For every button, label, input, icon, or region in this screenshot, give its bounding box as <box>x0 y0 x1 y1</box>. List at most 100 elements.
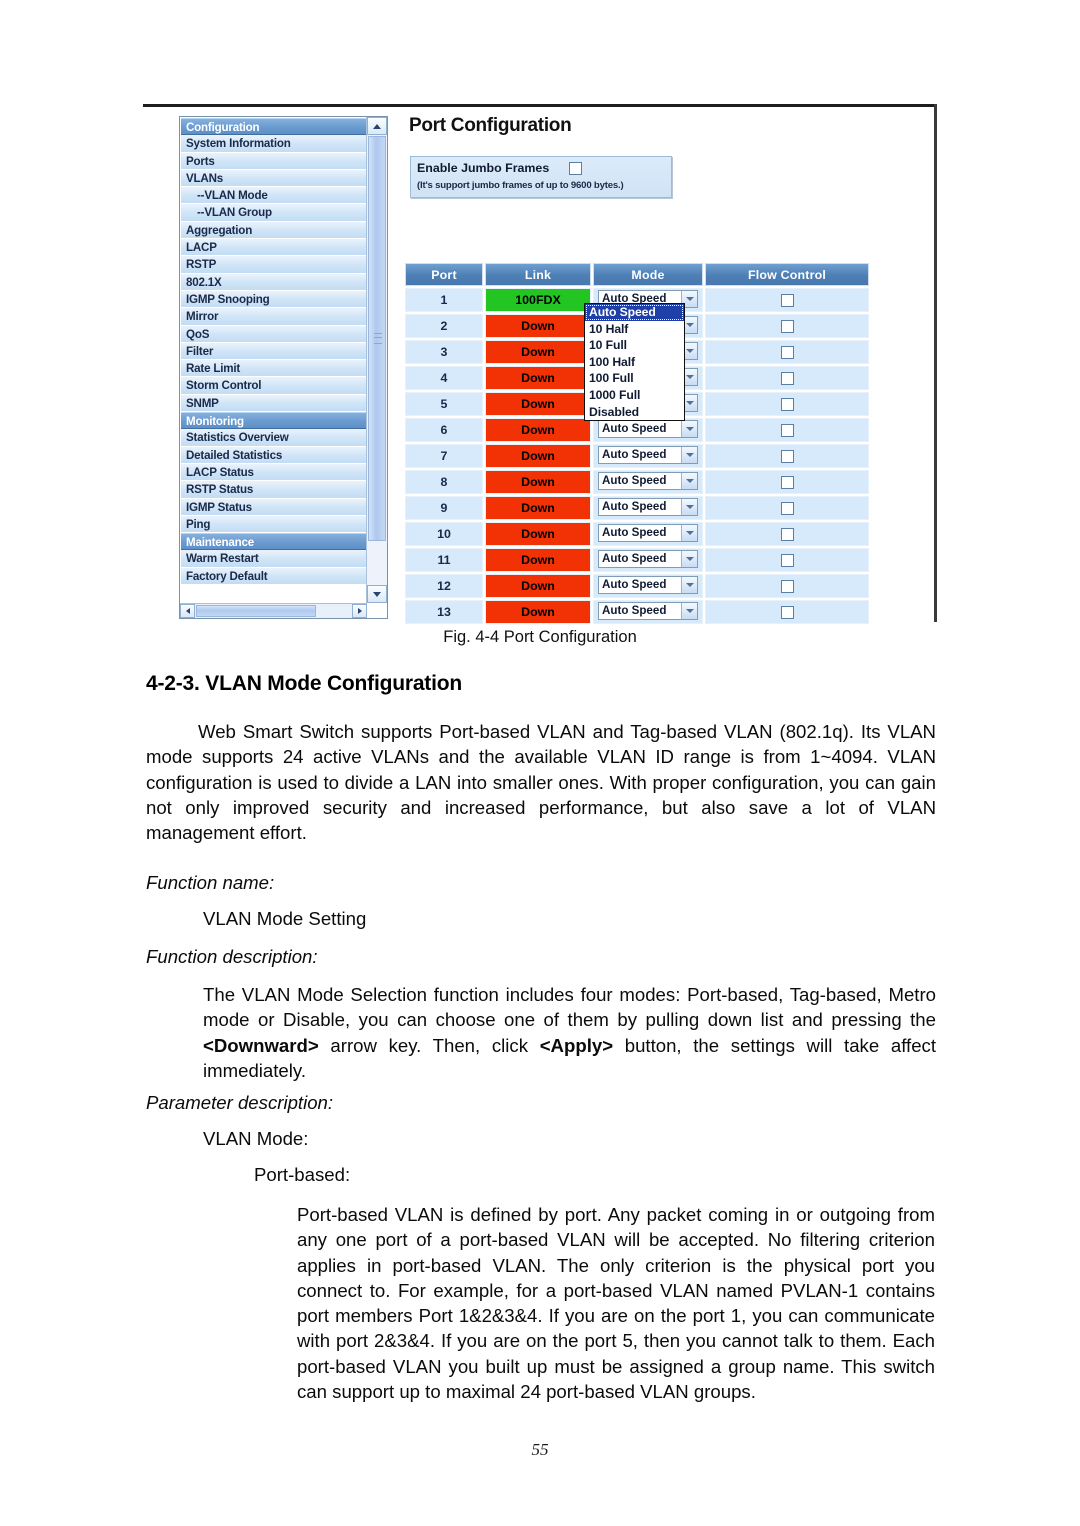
flow-control-checkbox[interactable] <box>780 476 794 490</box>
dropdown-option[interactable]: 1000 Full <box>585 387 684 404</box>
mode-select[interactable]: Auto Speed <box>598 419 698 438</box>
mode-dropdown-open-list[interactable]: Auto Speed 10 Half 10 Full 100 Half 100 Full… <box>584 303 685 422</box>
dropdown-option[interactable]: 100 Half <box>585 354 684 371</box>
flow-control-checkbox[interactable] <box>780 450 794 464</box>
flow-control-checkbox[interactable] <box>780 320 794 334</box>
status-badge: 100FDX <box>486 289 590 311</box>
jumbo-frames-label: Enable Jumbo Frames <box>417 161 550 175</box>
figure-right-rule <box>934 104 937 622</box>
sidebar-item-ports[interactable]: Ports <box>181 152 367 170</box>
cell-flow-control <box>705 470 869 494</box>
sidebar-item-detailed-statistics[interactable]: Detailed Statistics <box>181 446 367 464</box>
cell-port-number: 6 <box>405 418 483 442</box>
function-name-value: VLAN Mode Setting <box>203 908 367 929</box>
sidebar-vertical-scrollbar[interactable] <box>366 117 387 603</box>
parameter-description-label: Parameter description: <box>146 1092 334 1113</box>
flow-control-checkbox[interactable] <box>780 372 794 386</box>
status-badge: Down <box>486 549 590 571</box>
mode-select[interactable]: Auto Speed <box>598 471 698 490</box>
flow-control-checkbox[interactable] <box>780 606 794 620</box>
chevron-down-icon[interactable] <box>681 602 697 619</box>
chevron-down-icon[interactable] <box>681 524 697 541</box>
jumbo-frames-checkbox[interactable] <box>569 162 582 175</box>
chevron-down-icon[interactable] <box>681 420 697 437</box>
flow-control-checkbox[interactable] <box>780 554 794 568</box>
column-header-link: Link <box>485 263 591 286</box>
port-based-paragraph: Port-based VLAN is defined by port. Any … <box>297 1204 935 1403</box>
cell-link-status: Down <box>485 496 591 520</box>
mode-select[interactable]: Auto Speed <box>598 549 698 568</box>
cell-port-number: 10 <box>405 522 483 546</box>
sidebar-item-storm-control[interactable]: Storm Control <box>181 377 367 395</box>
dropdown-option[interactable]: 10 Half <box>585 321 684 338</box>
sidebar-item-statistics-overview[interactable]: Statistics Overview <box>181 429 367 447</box>
cell-link-status: Down <box>485 548 591 572</box>
mode-select[interactable]: Auto Speed <box>598 523 698 542</box>
sidebar-item-mirror[interactable]: Mirror <box>181 308 367 326</box>
sidebar-item-rstp-status[interactable]: RSTP Status <box>181 481 367 499</box>
flow-control-checkbox[interactable] <box>780 294 794 308</box>
cell-link-status: Down <box>485 522 591 546</box>
table-row: 12 Down Auto Speed <box>405 574 869 598</box>
sidebar-item-factory-default[interactable]: Factory Default <box>181 567 367 586</box>
horizontal-scroll-thumb[interactable] <box>196 605 316 617</box>
sidebar-item-rstp[interactable]: RSTP <box>181 256 367 274</box>
scroll-left-button[interactable] <box>180 604 195 618</box>
chevron-down-icon[interactable] <box>681 576 697 593</box>
dropdown-option[interactable]: Auto Speed <box>585 304 684 321</box>
sidebar-item-802-1x[interactable]: 802.1X <box>181 273 367 291</box>
scroll-up-button[interactable] <box>367 117 387 135</box>
sidebar-item-snmp[interactable]: SNMP <box>181 394 367 413</box>
cell-link-status: Down <box>485 600 591 624</box>
sidebar-item-vlans[interactable]: VLANs <box>181 169 367 188</box>
mode-select-value: Auto Speed <box>602 499 667 513</box>
sidebar-item-system-information[interactable]: System Information <box>181 135 367 153</box>
cell-link-status: Down <box>485 366 591 390</box>
flow-control-checkbox[interactable] <box>780 424 794 438</box>
mode-select[interactable]: Auto Speed <box>598 601 698 620</box>
sidebar-item-lacp-status[interactable]: LACP Status <box>181 463 367 482</box>
sidebar-item-ping[interactable]: Ping <box>181 515 367 534</box>
table-row: 6 Down Auto Speed <box>405 418 869 442</box>
mode-select[interactable]: Auto Speed <box>598 445 698 464</box>
flow-control-checkbox[interactable] <box>780 398 794 412</box>
chevron-down-icon[interactable] <box>681 550 697 567</box>
cell-flow-control <box>705 366 869 390</box>
sidebar-item-qos[interactable]: QoS <box>181 325 367 343</box>
mode-select[interactable]: Auto Speed <box>598 497 698 516</box>
vertical-scroll-thumb[interactable] <box>368 136 386 541</box>
scroll-down-button[interactable] <box>367 585 387 603</box>
sidebar-item-filter[interactable]: Filter <box>181 342 367 361</box>
cell-port-number: 11 <box>405 548 483 572</box>
flow-control-checkbox[interactable] <box>780 580 794 594</box>
sidebar-item-lacp[interactable]: LACP <box>181 239 367 257</box>
cell-mode: Auto Speed <box>593 418 703 442</box>
flow-control-checkbox[interactable] <box>780 528 794 542</box>
mode-select-value: Auto Speed <box>602 551 667 565</box>
sidebar-item-vlan-group[interactable]: --VLAN Group <box>181 204 367 222</box>
mode-select[interactable]: Auto Speed <box>598 575 698 594</box>
cell-port-number: 3 <box>405 340 483 364</box>
dropdown-option[interactable]: 10 Full <box>585 337 684 354</box>
status-badge: Down <box>486 341 590 363</box>
sidebar-item-warm-restart[interactable]: Warm Restart <box>181 550 367 568</box>
column-header-port: Port <box>405 263 483 286</box>
cell-flow-control <box>705 574 869 598</box>
sidebar-item-igmp-snooping[interactable]: IGMP Snooping <box>181 290 367 309</box>
scroll-right-button[interactable] <box>352 604 367 618</box>
sidebar-item-aggregation[interactable]: Aggregation <box>181 221 367 240</box>
sidebar-item-vlan-mode[interactable]: --VLAN Mode <box>181 187 367 205</box>
page-number: 55 <box>531 1440 549 1459</box>
chevron-down-icon[interactable] <box>681 498 697 515</box>
dropdown-option[interactable]: 100 Full <box>585 370 684 387</box>
parameter-port-based: Port-based: <box>254 1164 351 1185</box>
dropdown-option[interactable]: Disabled <box>585 404 684 421</box>
chevron-down-icon[interactable] <box>681 446 697 463</box>
sidebar-item-rate-limit[interactable]: Rate Limit <box>181 360 367 378</box>
status-badge: Down <box>486 523 590 545</box>
sidebar-horizontal-scrollbar[interactable] <box>180 603 367 618</box>
flow-control-checkbox[interactable] <box>780 346 794 360</box>
flow-control-checkbox[interactable] <box>780 502 794 516</box>
chevron-down-icon[interactable] <box>681 472 697 489</box>
sidebar-item-igmp-status[interactable]: IGMP Status <box>181 498 367 516</box>
